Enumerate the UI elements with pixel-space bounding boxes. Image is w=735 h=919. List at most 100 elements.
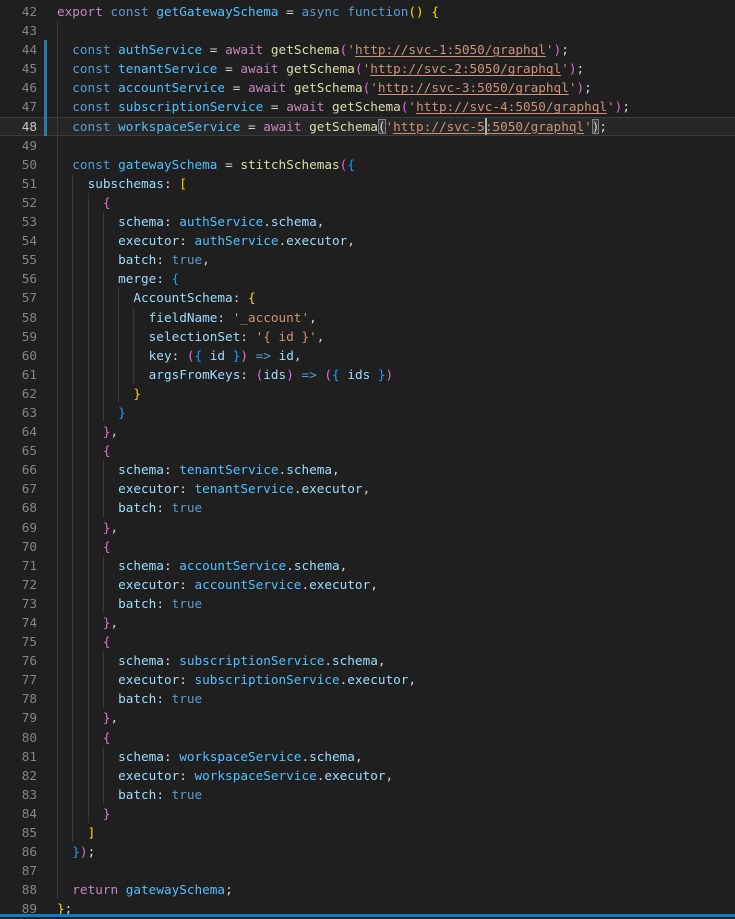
line-number: 52 <box>0 193 37 212</box>
line-number: 79 <box>0 708 37 727</box>
code-line[interactable]: 66 schema: tenantService.schema, <box>0 460 735 479</box>
code-line[interactable]: 84 } <box>0 804 735 823</box>
code-line[interactable]: 42export const getGatewaySchema = async … <box>0 2 735 21</box>
code-line[interactable]: 63 } <box>0 403 735 422</box>
code-line[interactable]: 72 executor: accountService.executor, <box>0 575 735 594</box>
code-line-text <box>57 861 735 880</box>
code-line-text: } <box>57 403 735 422</box>
code-line[interactable]: 67 executor: tenantService.executor, <box>0 479 735 498</box>
line-number: 82 <box>0 766 37 785</box>
code-line-text: subschemas: [ <box>57 174 735 193</box>
line-number: 73 <box>0 594 37 613</box>
code-line-text: { <box>57 441 735 460</box>
code-line[interactable]: 43 <box>0 21 735 40</box>
code-line-text: } <box>57 384 735 403</box>
code-line-text <box>57 21 735 40</box>
line-number: 76 <box>0 651 37 670</box>
code-line[interactable]: 50 const gatewaySchema = stitchSchemas({ <box>0 155 735 174</box>
git-modified-indicator <box>44 117 47 136</box>
code-line[interactable]: 87 <box>0 861 735 880</box>
code-line[interactable]: 56 merge: { <box>0 269 735 288</box>
line-number: 71 <box>0 556 37 575</box>
code-line[interactable]: 85 ] <box>0 823 735 842</box>
line-number: 48 <box>0 117 37 136</box>
line-number: 47 <box>0 97 37 116</box>
line-number: 54 <box>0 231 37 250</box>
code-line-text: merge: { <box>57 269 735 288</box>
code-line-text: executor: accountService.executor, <box>57 575 735 594</box>
line-number: 70 <box>0 537 37 556</box>
code-line[interactable]: 62 } <box>0 384 735 403</box>
line-number: 46 <box>0 78 37 97</box>
code-line[interactable]: 54 executor: authService.executor, <box>0 231 735 250</box>
indent-guide <box>57 136 58 155</box>
code-line[interactable]: 88 return gatewaySchema; <box>0 880 735 899</box>
code-line[interactable]: 74 }, <box>0 613 735 632</box>
code-line[interactable]: 69 }, <box>0 518 735 537</box>
line-number: 55 <box>0 250 37 269</box>
code-line-text: batch: true <box>57 785 735 804</box>
code-line-text: }, <box>57 518 735 537</box>
code-line[interactable]: 78 batch: true <box>0 689 735 708</box>
code-line-text: executor: tenantService.executor, <box>57 479 735 498</box>
code-line-text: } <box>57 804 735 823</box>
code-line-text: { <box>57 193 735 212</box>
code-line[interactable]: 70 { <box>0 537 735 556</box>
line-number: 72 <box>0 575 37 594</box>
code-line[interactable]: 76 schema: subscriptionService.schema, <box>0 651 735 670</box>
code-line[interactable]: 49 <box>0 136 735 155</box>
line-number: 63 <box>0 403 37 422</box>
code-line[interactable]: 82 executor: workspaceService.executor, <box>0 766 735 785</box>
code-line[interactable]: 80 { <box>0 728 735 747</box>
code-line[interactable]: 52 { <box>0 193 735 212</box>
code-line[interactable]: 77 executor: subscriptionService.executo… <box>0 670 735 689</box>
code-editor[interactable]: 42export const getGatewaySchema = async … <box>0 0 735 917</box>
code-line[interactable]: 46 const accountService = await getSchem… <box>0 78 735 97</box>
code-line[interactable]: 58 fieldName: '_account', <box>0 308 735 327</box>
code-line[interactable]: 53 schema: authService.schema, <box>0 212 735 231</box>
code-line[interactable]: 79 }, <box>0 708 735 727</box>
line-number: 75 <box>0 632 37 651</box>
code-line[interactable]: 59 selectionSet: '{ id }', <box>0 327 735 346</box>
code-line[interactable]: 86 }); <box>0 842 735 861</box>
code-line-text: batch: true <box>57 594 735 613</box>
text-cursor <box>485 118 487 135</box>
code-line-text: executor: workspaceService.executor, <box>57 766 735 785</box>
code-line[interactable]: 65 { <box>0 441 735 460</box>
code-line[interactable]: 81 schema: workspaceService.schema, <box>0 747 735 766</box>
code-line[interactable]: 83 batch: true <box>0 785 735 804</box>
code-line[interactable]: 68 batch: true <box>0 498 735 517</box>
line-number: 51 <box>0 174 37 193</box>
line-number: 58 <box>0 308 37 327</box>
code-line-text: fieldName: '_account', <box>57 308 735 327</box>
line-number: 57 <box>0 288 37 307</box>
code-line[interactable]: 75 { <box>0 632 735 651</box>
indent-guide <box>57 21 58 40</box>
line-number: 81 <box>0 747 37 766</box>
code-line[interactable]: 48 const workspaceService = await getSch… <box>0 117 735 136</box>
code-line[interactable]: 45 const tenantService = await getSchema… <box>0 59 735 78</box>
code-line[interactable]: 55 batch: true, <box>0 250 735 269</box>
code-line-text: }, <box>57 422 735 441</box>
line-number: 80 <box>0 728 37 747</box>
line-number: 64 <box>0 422 37 441</box>
code-line[interactable]: 64 }, <box>0 422 735 441</box>
line-number: 68 <box>0 498 37 517</box>
code-line-text: key: ({ id }) => id, <box>57 346 735 365</box>
line-number: 66 <box>0 460 37 479</box>
code-line-text: const tenantService = await getSchema('h… <box>57 59 735 78</box>
git-modified-indicator <box>44 59 47 78</box>
code-line[interactable]: 44 const authService = await getSchema('… <box>0 40 735 59</box>
code-line-text: const authService = await getSchema('htt… <box>57 40 735 59</box>
code-line[interactable]: 57 AccountSchema: { <box>0 288 735 307</box>
code-line-text: executor: subscriptionService.executor, <box>57 670 735 689</box>
code-line[interactable]: 47 const subscriptionService = await get… <box>0 97 735 116</box>
git-modified-indicator <box>44 78 47 97</box>
code-line[interactable]: 73 batch: true <box>0 594 735 613</box>
code-line[interactable]: 61 argsFromKeys: (ids) => ({ ids }) <box>0 365 735 384</box>
code-line-text: argsFromKeys: (ids) => ({ ids }) <box>57 365 735 384</box>
code-line-text: }, <box>57 613 735 632</box>
code-line[interactable]: 71 schema: accountService.schema, <box>0 556 735 575</box>
code-line[interactable]: 60 key: ({ id }) => id, <box>0 346 735 365</box>
code-line[interactable]: 51 subschemas: [ <box>0 174 735 193</box>
